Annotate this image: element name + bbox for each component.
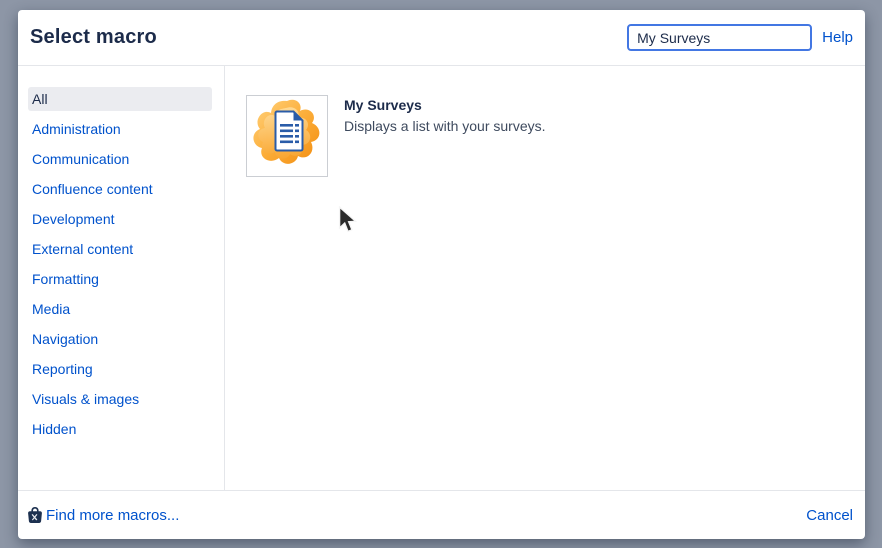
macro-search-input[interactable]	[627, 24, 812, 51]
marketplace-icon	[28, 507, 42, 523]
dialog-footer: Find more macros... Cancel	[18, 490, 865, 539]
find-more-macros-link[interactable]: Find more macros...	[28, 507, 179, 524]
sidebar-item-all[interactable]: All	[28, 87, 212, 111]
macro-text-block: My Surveys Displays a list with your sur…	[344, 95, 546, 134]
macro-name: My Surveys	[344, 97, 546, 113]
macro-results-panel: My Surveys Displays a list with your sur…	[225, 66, 865, 490]
survey-macro-icon	[249, 96, 325, 177]
sidebar-item-formatting[interactable]: Formatting	[28, 267, 212, 291]
sidebar-item-external-content[interactable]: External content	[28, 237, 212, 261]
macro-icon-frame	[246, 95, 328, 177]
dialog-body: All Administration Communication Conflue…	[18, 66, 865, 490]
mouse-cursor-icon	[338, 206, 357, 238]
macro-list-item-my-surveys[interactable]: My Surveys Displays a list with your sur…	[246, 95, 865, 177]
sidebar-item-hidden[interactable]: Hidden	[28, 417, 212, 441]
sidebar-item-administration[interactable]: Administration	[28, 117, 212, 141]
cancel-button[interactable]: Cancel	[806, 507, 853, 524]
sidebar-item-navigation[interactable]: Navigation	[28, 327, 212, 351]
select-macro-dialog: Select macro Help All Administration Com…	[18, 10, 865, 539]
sidebar-item-communication[interactable]: Communication	[28, 147, 212, 171]
sidebar-item-reporting[interactable]: Reporting	[28, 357, 212, 381]
find-more-macros-label: Find more macros...	[46, 507, 179, 524]
dialog-header: Select macro Help	[18, 10, 865, 66]
macro-description: Displays a list with your surveys.	[344, 118, 546, 134]
category-sidebar: All Administration Communication Conflue…	[18, 66, 225, 490]
sidebar-item-development[interactable]: Development	[28, 207, 212, 231]
sidebar-item-visuals-images[interactable]: Visuals & images	[28, 387, 212, 411]
sidebar-item-media[interactable]: Media	[28, 297, 212, 321]
dialog-title: Select macro	[30, 26, 157, 49]
help-link[interactable]: Help	[822, 29, 853, 46]
sidebar-item-confluence-content[interactable]: Confluence content	[28, 177, 212, 201]
